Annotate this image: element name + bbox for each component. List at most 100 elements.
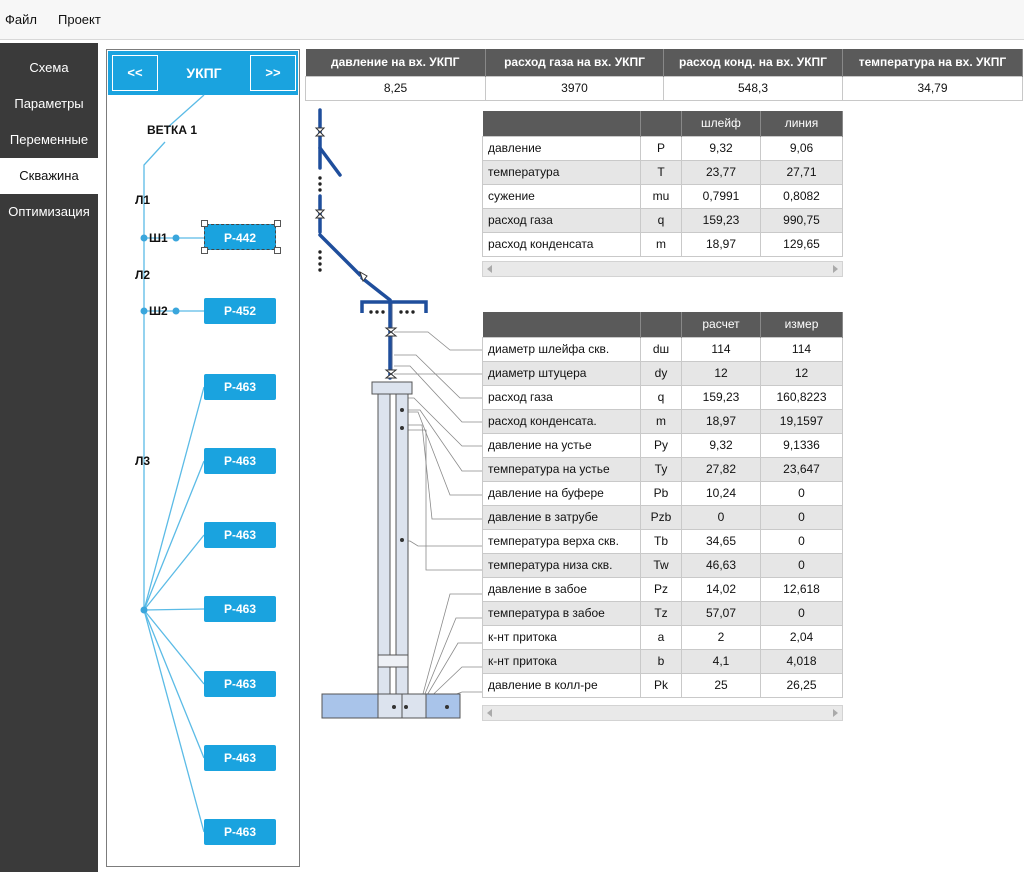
param-symbol: Tb bbox=[640, 528, 682, 554]
param-name: давление bbox=[482, 135, 641, 161]
param-value[interactable]: 9,32 bbox=[681, 135, 761, 161]
param-value[interactable]: 9,32 bbox=[681, 432, 761, 458]
branch-label: ВЕТКА 1 bbox=[147, 123, 197, 137]
param-value[interactable]: 0,8082 bbox=[760, 183, 843, 209]
param-value[interactable]: 27,82 bbox=[681, 456, 761, 482]
param-name: давление в колл-ре bbox=[482, 672, 641, 698]
table-row: температура в забое Tz 57,07 0 bbox=[482, 600, 843, 626]
param-value[interactable]: 26,25 bbox=[760, 672, 843, 698]
param-name: давление в затрубе bbox=[482, 504, 641, 530]
table-row: давление в забое Pz 14,02 12,618 bbox=[482, 576, 843, 602]
param-name: к-нт притока bbox=[482, 648, 641, 674]
scroll-right-icon[interactable] bbox=[833, 265, 838, 273]
param-value[interactable]: 2 bbox=[681, 624, 761, 650]
param-value[interactable]: 27,71 bbox=[760, 159, 843, 185]
flowline-table: шлейф линия давление P 9,32 9,06 темпера… bbox=[482, 111, 843, 257]
well-button[interactable]: Р-463 bbox=[204, 819, 276, 845]
param-value[interactable]: 4,1 bbox=[681, 648, 761, 674]
selection-handle[interactable] bbox=[274, 220, 281, 227]
param-value[interactable]: 34,65 bbox=[681, 528, 761, 554]
scroll-left-icon[interactable] bbox=[487, 265, 492, 273]
param-symbol: Pz bbox=[640, 576, 682, 602]
network-tree-panel: << УКПГ >> ВЕТКА 1 Л1 Ш1 Л2 Ш2 Л3 Р-442 … bbox=[106, 49, 300, 867]
menu-project[interactable]: Проект bbox=[58, 12, 101, 27]
well-button[interactable]: Р-463 bbox=[204, 745, 276, 771]
param-name: сужение bbox=[482, 183, 641, 209]
horizontal-scrollbar[interactable] bbox=[482, 705, 843, 721]
param-value[interactable]: 129,65 bbox=[760, 231, 843, 257]
param-value[interactable]: 0 bbox=[681, 504, 761, 530]
param-value[interactable]: 9,1336 bbox=[760, 432, 843, 458]
horizontal-scrollbar[interactable] bbox=[482, 261, 843, 277]
param-value[interactable]: 18,97 bbox=[681, 408, 761, 434]
param-value[interactable]: 990,75 bbox=[760, 207, 843, 233]
scroll-right-icon[interactable] bbox=[833, 709, 838, 717]
sidebar-item-variables[interactable]: Переменные bbox=[0, 122, 98, 158]
param-value[interactable]: 159,23 bbox=[681, 384, 761, 410]
param-value[interactable]: 12 bbox=[681, 360, 761, 386]
param-value[interactable]: 0 bbox=[760, 528, 843, 554]
param-value[interactable]: 10,24 bbox=[681, 480, 761, 506]
sidebar-item-well[interactable]: Скважина bbox=[0, 158, 98, 194]
selection-handle[interactable] bbox=[274, 247, 281, 254]
param-value[interactable]: 4,018 bbox=[760, 648, 843, 674]
summary-header: температура на вх. УКПГ bbox=[842, 49, 1023, 76]
summary-header: давление на вх. УКПГ bbox=[305, 49, 486, 76]
scroll-left-icon[interactable] bbox=[487, 709, 492, 717]
param-symbol: Py bbox=[640, 432, 682, 458]
param-value[interactable]: 0,7991 bbox=[681, 183, 761, 209]
selection-handle[interactable] bbox=[201, 220, 208, 227]
table-row: температура на устье Ty 27,82 23,647 bbox=[482, 456, 843, 482]
well-button[interactable]: Р-463 bbox=[204, 448, 276, 474]
selection-handle[interactable] bbox=[201, 247, 208, 254]
param-value[interactable]: 160,8223 bbox=[760, 384, 843, 410]
column-header bbox=[640, 312, 682, 337]
param-symbol: Tw bbox=[640, 552, 682, 578]
line-label-l1: Л1 bbox=[135, 193, 151, 207]
well-button[interactable]: Р-442 bbox=[204, 224, 276, 250]
sidebar-item-optimization[interactable]: Оптимизация bbox=[0, 194, 98, 230]
line-label-l3: Л3 bbox=[135, 454, 151, 468]
param-value[interactable]: 19,1597 bbox=[760, 408, 843, 434]
param-value[interactable]: 25 bbox=[681, 672, 761, 698]
choke-label-sh1: Ш1 bbox=[149, 231, 168, 245]
param-value[interactable]: 57,07 bbox=[681, 600, 761, 626]
table-row: к-нт притока b 4,1 4,018 bbox=[482, 648, 843, 674]
well-button[interactable]: Р-452 bbox=[204, 298, 276, 324]
well-parameters-table: расчет измер диаметр шлейфа скв. dш 114 114… bbox=[482, 312, 843, 698]
param-value[interactable]: 159,23 bbox=[681, 207, 761, 233]
param-symbol: Pzb bbox=[640, 504, 682, 530]
well-button[interactable]: Р-463 bbox=[204, 374, 276, 400]
param-value[interactable]: 12 bbox=[760, 360, 843, 386]
column-header-flowline: шлейф bbox=[681, 111, 761, 136]
param-value[interactable]: 12,618 bbox=[760, 576, 843, 602]
param-value[interactable]: 9,06 bbox=[760, 135, 843, 161]
table-row: давление P 9,32 9,06 bbox=[482, 135, 843, 161]
param-value[interactable]: 0 bbox=[760, 480, 843, 506]
summary-value: 34,79 bbox=[842, 75, 1023, 101]
menu-file[interactable]: Файл bbox=[5, 12, 37, 27]
param-value[interactable]: 2,04 bbox=[760, 624, 843, 650]
param-value[interactable]: 114 bbox=[681, 336, 761, 362]
param-value[interactable]: 0 bbox=[760, 600, 843, 626]
param-value[interactable]: 46,63 bbox=[681, 552, 761, 578]
well-button[interactable]: Р-463 bbox=[204, 522, 276, 548]
param-symbol: Ty bbox=[640, 456, 682, 482]
param-value[interactable]: 0 bbox=[760, 552, 843, 578]
sidebar-item-parameters[interactable]: Параметры bbox=[0, 86, 98, 122]
summary-header: расход газа на вх. УКПГ bbox=[485, 49, 664, 76]
column-header bbox=[482, 111, 641, 136]
well-button[interactable]: Р-463 bbox=[204, 596, 276, 622]
param-value[interactable]: 0 bbox=[760, 504, 843, 530]
param-value[interactable]: 14,02 bbox=[681, 576, 761, 602]
param-value[interactable]: 114 bbox=[760, 336, 843, 362]
param-value[interactable]: 18,97 bbox=[681, 231, 761, 257]
well-button[interactable]: Р-463 bbox=[204, 671, 276, 697]
param-name: расход газа bbox=[482, 207, 641, 233]
param-value[interactable]: 23,77 bbox=[681, 159, 761, 185]
sidebar-item-scheme[interactable]: Схема bbox=[0, 50, 98, 86]
param-symbol: mu bbox=[640, 183, 682, 209]
summary-value: 548,3 bbox=[663, 75, 843, 101]
param-value[interactable]: 23,647 bbox=[760, 456, 843, 482]
column-header bbox=[640, 111, 682, 136]
